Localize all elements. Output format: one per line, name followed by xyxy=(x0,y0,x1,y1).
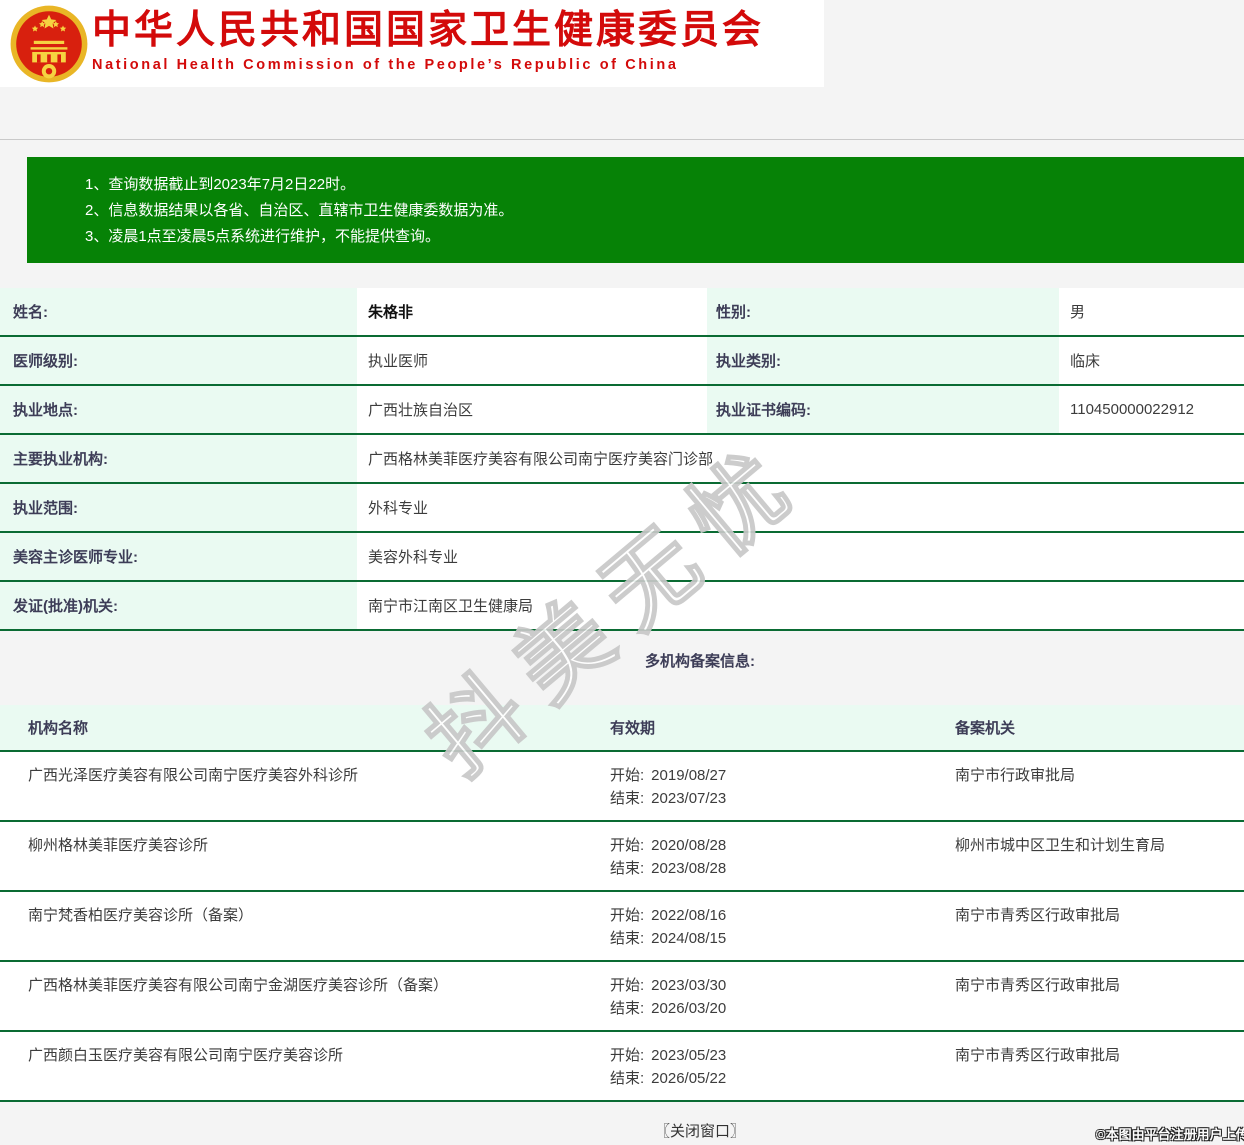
field-value-issuing-authority: 南宁市江南区卫生健康局 xyxy=(357,582,1244,629)
start-date: 2019/08/27 xyxy=(651,767,726,784)
field-label-issuing-authority: 发证(批准)机关: xyxy=(0,582,357,629)
validity-end: 结束: 2023/08/28 xyxy=(610,857,955,880)
validity-end: 结束: 2024/08/15 xyxy=(610,927,955,950)
institution-name: 南宁梵香柏医疗美容诊所（备案） xyxy=(0,904,610,960)
field-value-main-institution: 广西格林美菲医疗美容有限公司南宁医疗美容门诊部 xyxy=(357,435,1244,482)
field-label-practice-location: 执业地点: xyxy=(0,386,357,433)
institution-name: 广西颜白玉医疗美容有限公司南宁医疗美容诊所 xyxy=(0,1044,610,1100)
table-row: 执业地点: 广西壮族自治区 执业证书编码: 110450000022912 xyxy=(0,386,1244,435)
page: 中华人民共和国国家卫生健康委员会 National Health Commiss… xyxy=(0,0,1244,1141)
end-label: 结束: xyxy=(610,1000,644,1017)
institution-name: 广西格林美菲医疗美容有限公司南宁金湖医疗美容诊所（备案） xyxy=(0,974,610,1030)
filing-row: 广西格林美菲医疗美容有限公司南宁金湖医疗美容诊所（备案） 开始: 2023/03/… xyxy=(0,962,1244,1032)
start-date: 2023/05/23 xyxy=(651,1047,726,1064)
table-row: 医师级别: 执业医师 执业类别: 临床 xyxy=(0,337,1244,386)
field-value-doctor-level: 执业医师 xyxy=(357,337,707,384)
end-date: 2023/07/23 xyxy=(651,790,726,807)
end-date: 2026/05/22 xyxy=(651,1070,726,1087)
column-header-validity: 有效期 xyxy=(610,717,955,738)
filing-row: 广西光泽医疗美容有限公司南宁医疗美容外科诊所 开始: 2019/08/27 结束:… xyxy=(0,752,1244,822)
validity-end: 结束: 2026/03/20 xyxy=(610,997,955,1020)
table-row: 主要执业机构: 广西格林美菲医疗美容有限公司南宁医疗美容门诊部 xyxy=(0,435,1244,484)
filing-authority: 南宁市青秀区行政审批局 xyxy=(955,1044,1244,1100)
table-row: 执业范围: 外科专业 xyxy=(0,484,1244,533)
start-date: 2022/08/16 xyxy=(651,907,726,924)
end-date: 2026/03/20 xyxy=(651,1000,726,1017)
site-header: 中华人民共和国国家卫生健康委员会 National Health Commiss… xyxy=(0,0,824,87)
field-label-practice-scope: 执业范围: xyxy=(0,484,357,531)
start-date: 2023/03/30 xyxy=(651,977,726,994)
validity-period: 开始: 2022/08/16 结束: 2024/08/15 xyxy=(610,904,955,960)
start-label: 开始: xyxy=(610,767,644,784)
validity-start: 开始: 2020/08/28 xyxy=(610,834,955,857)
filing-authority: 南宁市青秀区行政审批局 xyxy=(955,904,1244,960)
validity-start: 开始: 2023/03/30 xyxy=(610,974,955,997)
field-label-doctor-level: 医师级别: xyxy=(0,337,357,384)
multi-institution-section-title: 多机构备案信息: xyxy=(0,631,1244,671)
field-label-name: 姓名: xyxy=(0,288,357,335)
validity-end: 结束: 2026/05/22 xyxy=(610,1067,955,1090)
validity-period: 开始: 2020/08/28 结束: 2023/08/28 xyxy=(610,834,955,890)
site-title-english: National Health Commission of the People… xyxy=(92,57,792,73)
end-date: 2023/08/28 xyxy=(651,860,726,877)
filing-row: 南宁梵香柏医疗美容诊所（备案） 开始: 2022/08/16 结束: 2024/08… xyxy=(0,892,1244,962)
filings-table-header: 机构名称 有效期 备案机关 xyxy=(0,705,1244,752)
start-label: 开始: xyxy=(610,1047,644,1064)
institution-name: 广西光泽医疗美容有限公司南宁医疗美容外科诊所 xyxy=(0,764,610,820)
table-row: 姓名: 朱格非 性别: 男 xyxy=(0,288,1244,337)
start-label: 开始: xyxy=(610,907,644,924)
start-date: 2020/08/28 xyxy=(651,837,726,854)
field-value-practice-location: 广西壮族自治区 xyxy=(357,386,707,433)
doctor-info-table: 姓名: 朱格非 性别: 男 医师级别: 执业医师 执业类别: 临床 执业地点: … xyxy=(0,288,1244,631)
validity-start: 开始: 2022/08/16 xyxy=(610,904,955,927)
section-band: 多机构备案信息: xyxy=(0,631,1244,705)
validity-period: 开始: 2023/03/30 结束: 2026/03/20 xyxy=(610,974,955,1030)
china-national-emblem-icon xyxy=(9,3,89,85)
end-label: 结束: xyxy=(610,1070,644,1087)
validity-period: 开始: 2019/08/27 结束: 2023/07/23 xyxy=(610,764,955,820)
close-window-link[interactable]: 〖关闭窗口〗 xyxy=(655,1123,745,1140)
table-row: 美容主诊医师专业: 美容外科专业 xyxy=(0,533,1244,582)
end-date: 2024/08/15 xyxy=(651,930,726,947)
field-value-practice-scope: 外科专业 xyxy=(357,484,1244,531)
validity-start: 开始: 2019/08/27 xyxy=(610,764,955,787)
column-header-filing-authority: 备案机关 xyxy=(955,717,1244,738)
filings-table: 机构名称 有效期 备案机关 广西光泽医疗美容有限公司南宁医疗美容外科诊所 开始:… xyxy=(0,705,1244,1102)
field-value-practice-category: 临床 xyxy=(1059,337,1244,384)
notice-line-1: 1、查询数据截止到2023年7月2日22时。 xyxy=(85,172,1244,198)
validity-start: 开始: 2023/05/23 xyxy=(610,1044,955,1067)
end-label: 结束: xyxy=(610,930,644,947)
end-label: 结束: xyxy=(610,790,644,807)
field-label-practice-category: 执业类别: xyxy=(707,337,1059,384)
filing-authority: 南宁市行政审批局 xyxy=(955,764,1244,820)
filing-row: 柳州格林美菲医疗美容诊所 开始: 2020/08/28 结束: 2023/08/28… xyxy=(0,822,1244,892)
filing-authority: 南宁市青秀区行政审批局 xyxy=(955,974,1244,1030)
column-header-institution-name: 机构名称 xyxy=(0,717,610,738)
field-label-cosmetic-specialty: 美容主诊医师专业: xyxy=(0,533,357,580)
validity-end: 结束: 2023/07/23 xyxy=(610,787,955,810)
uploader-credit-watermark: ©本图由平台注册用户上传 xyxy=(1096,1124,1244,1143)
notice-line-3: 3、凌晨1点至凌晨5点系统进行维护，不能提供查询。 xyxy=(85,224,1244,250)
table-row: 发证(批准)机关: 南宁市江南区卫生健康局 xyxy=(0,582,1244,631)
end-label: 结束: xyxy=(610,860,644,877)
header-titles: 中华人民共和国国家卫生健康委员会 National Health Commiss… xyxy=(92,8,792,73)
validity-period: 开始: 2023/05/23 结束: 2026/05/22 xyxy=(610,1044,955,1100)
field-value-gender: 男 xyxy=(1059,288,1244,335)
filing-authority: 柳州市城中区卫生和计划生育局 xyxy=(955,834,1244,890)
footer: 〖关闭窗口〗 xyxy=(0,1102,1244,1141)
institution-name: 柳州格林美菲医疗美容诊所 xyxy=(0,834,610,890)
header-divider xyxy=(0,87,1244,140)
field-label-certificate-number: 执业证书编码: xyxy=(707,386,1059,433)
notice-box: 1、查询数据截止到2023年7月2日22时。 2、信息数据结果以各省、自治区、直… xyxy=(27,157,1244,263)
notice-line-2: 2、信息数据结果以各省、自治区、直辖市卫生健康委数据为准。 xyxy=(85,198,1244,224)
site-title-chinese: 中华人民共和国国家卫生健康委员会 xyxy=(92,8,792,54)
field-label-main-institution: 主要执业机构: xyxy=(0,435,357,482)
start-label: 开始: xyxy=(610,977,644,994)
field-value-certificate-number: 110450000022912 xyxy=(1059,386,1244,433)
field-label-gender: 性别: xyxy=(707,288,1059,335)
field-value-name: 朱格非 xyxy=(357,288,707,335)
field-value-cosmetic-specialty: 美容外科专业 xyxy=(357,533,1244,580)
filing-row: 广西颜白玉医疗美容有限公司南宁医疗美容诊所 开始: 2023/05/23 结束: 2… xyxy=(0,1032,1244,1102)
start-label: 开始: xyxy=(610,837,644,854)
